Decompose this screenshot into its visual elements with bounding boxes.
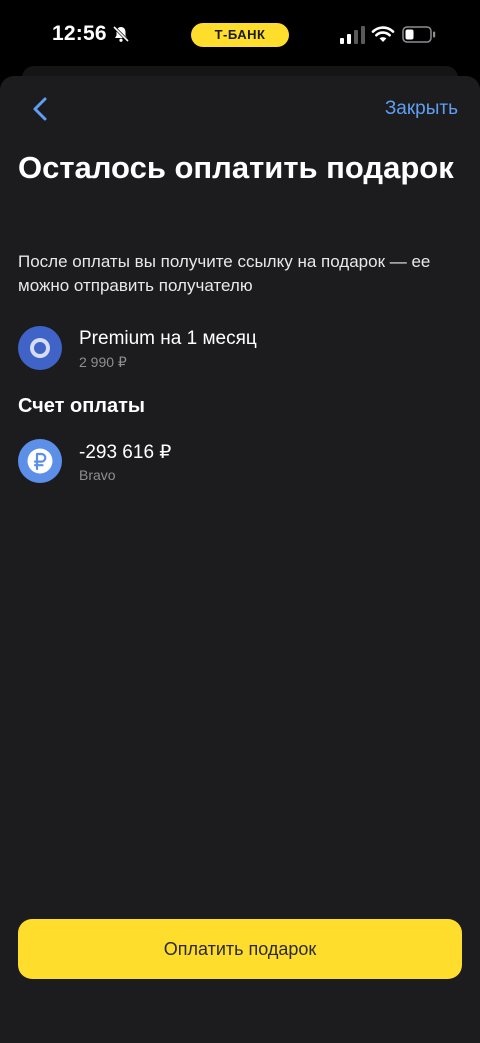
- battery-icon: [402, 26, 436, 43]
- carrier-pill: Т-БАНК: [191, 23, 289, 47]
- payment-account-row[interactable]: -293 616 ₽ Bravo: [18, 439, 458, 487]
- product-row: Premium на 1 месяц 2 990 ₽: [18, 326, 458, 374]
- ruble-coin-icon: [18, 439, 62, 483]
- pay-gift-button[interactable]: Оплатить подарок: [18, 919, 462, 979]
- product-name: Premium на 1 месяц: [79, 328, 257, 349]
- signal-icon: [340, 26, 365, 44]
- wifi-icon: [371, 26, 395, 42]
- close-button[interactable]: Закрыть: [385, 98, 458, 120]
- status-time: 12:56: [52, 22, 107, 45]
- account-name: Bravo: [79, 467, 116, 483]
- page-subtitle: После оплаты вы получите ссылку на подар…: [18, 252, 431, 295]
- premium-ring-icon: [18, 326, 62, 370]
- account-section-title: Счет оплаты: [18, 395, 146, 417]
- bell-slash-icon: [112, 25, 130, 43]
- chevron-left-icon[interactable]: [30, 96, 50, 122]
- product-price: 2 990 ₽: [79, 354, 127, 370]
- gift-payment-sheet: [0, 76, 480, 1043]
- page-title: Осталось оплатить подарок: [18, 150, 454, 185]
- status-bar: 12:56 Т-БАНК: [0, 0, 480, 70]
- account-balance: -293 616 ₽: [79, 442, 172, 463]
